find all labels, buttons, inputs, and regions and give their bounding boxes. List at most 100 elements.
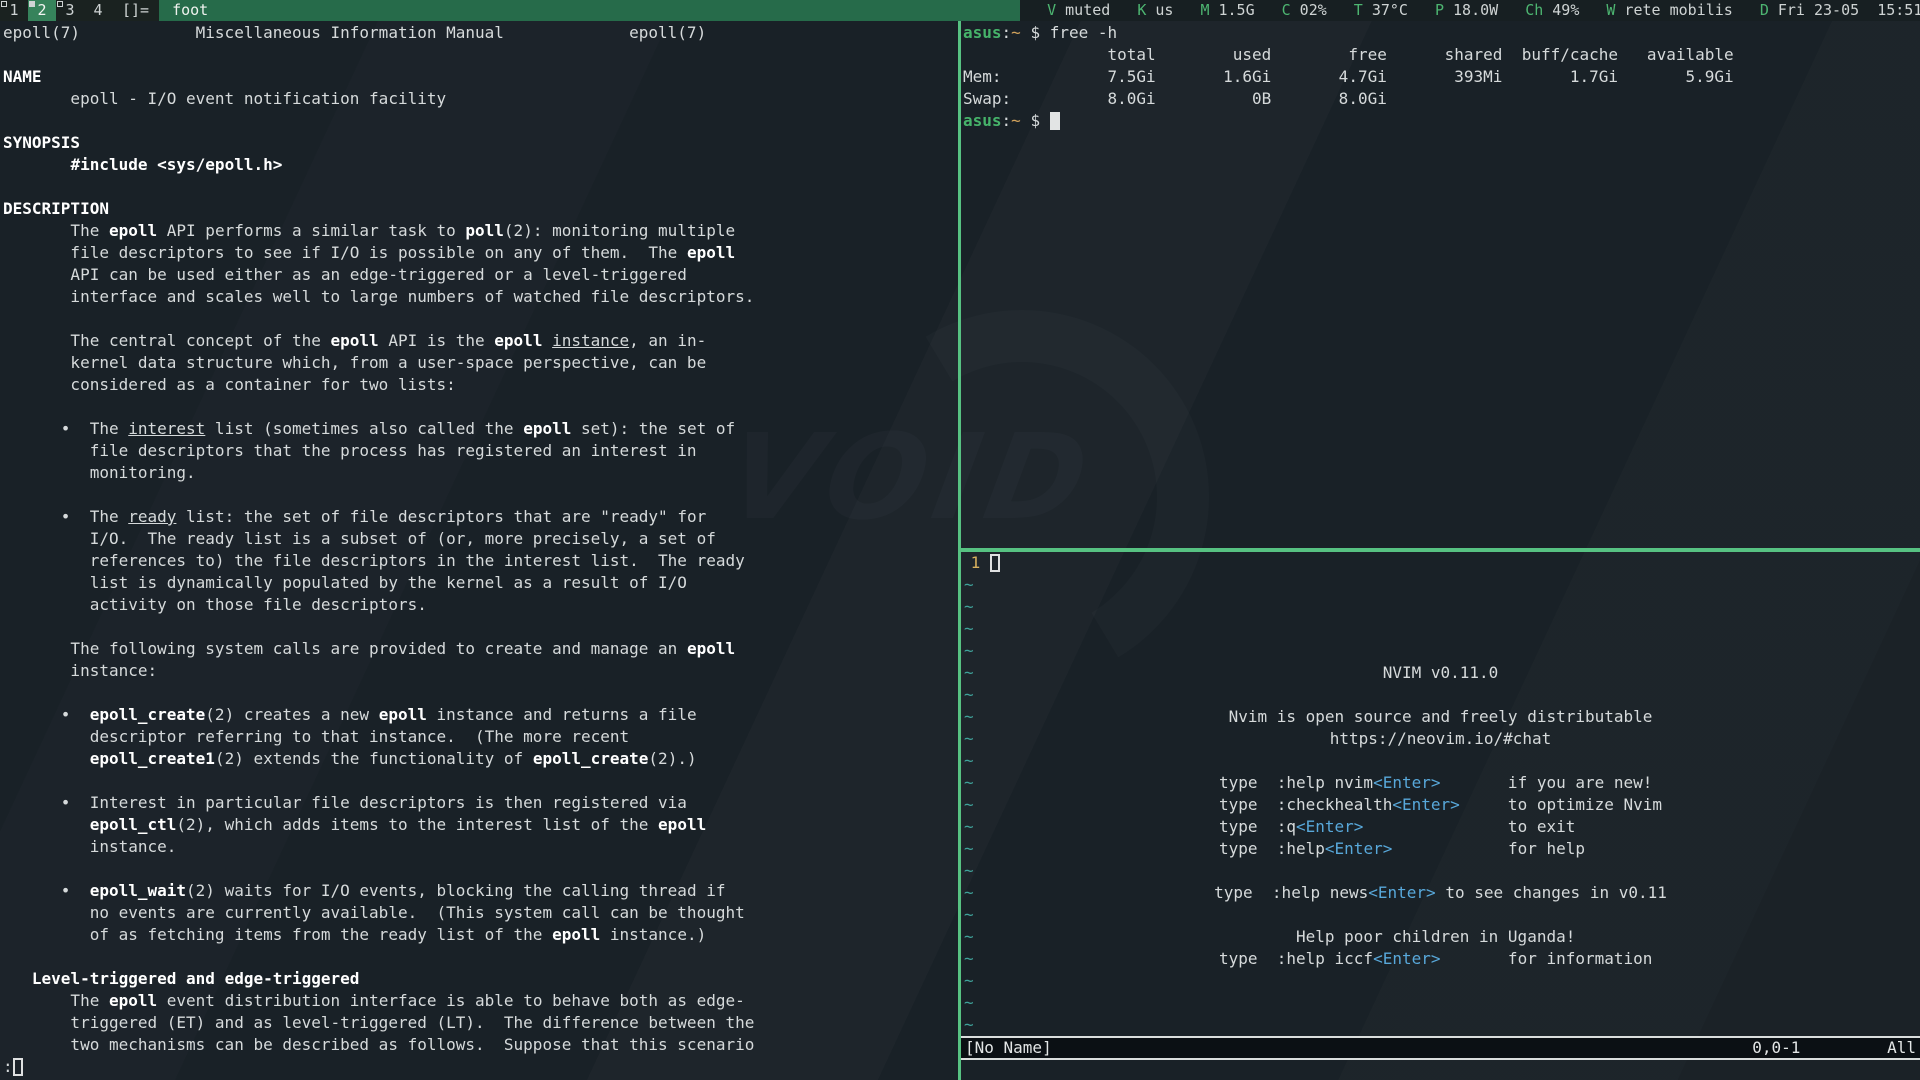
shell-output: asus:~ $ free -h total used free shared … — [963, 22, 1920, 132]
text-segment: (2) creates a new — [205, 705, 378, 724]
enter-key-hint: <Enter> — [1325, 839, 1392, 858]
text-segment: for help — [1392, 839, 1662, 858]
text-segment: to see changes in v0.11 — [1436, 883, 1667, 902]
text-segment: type :checkhealth — [1219, 795, 1392, 814]
nvim-command-line[interactable] — [961, 1060, 1920, 1080]
text-segment: poll — [465, 221, 504, 240]
man-line: file descriptors to see if I/O is possib… — [3, 242, 958, 264]
man-line: • The ready list: the set of file descri… — [3, 506, 958, 528]
nvim-intro-line: type :q<Enter> to exit — [961, 816, 1920, 838]
text-segment: instance and returns a file — [427, 705, 697, 724]
status-value: 1.5G — [1209, 1, 1254, 19]
text-segment: : — [1002, 111, 1012, 130]
text-segment: epoll_create — [533, 749, 649, 768]
man-line: two mechanisms can be described as follo… — [3, 1034, 958, 1056]
text-segment: asus — [963, 23, 1002, 42]
workspace-tag-2[interactable]: 2 — [28, 0, 56, 21]
man-line: NAME — [3, 66, 958, 88]
terminal-line: Mem: 7.5Gi 1.6Gi 4.7Gi 393Mi 1.7Gi 5.9Gi — [963, 66, 1920, 88]
man-line: triggered (ET) and as level-triggered (L… — [3, 1012, 958, 1034]
nvim-intro-line: type :checkhealth<Enter> to optimize Nvi… — [961, 794, 1920, 816]
tilde-marker: ~ — [961, 905, 974, 924]
text-segment: activity on those file descriptors. — [3, 595, 427, 614]
man-line: #include <sys/epoll.h> — [3, 154, 958, 176]
text-segment: type :help — [1219, 839, 1325, 858]
man-line: epoll - I/O event notification facility — [3, 88, 958, 110]
terminal-pane-nvim[interactable]: 1 ~~~~~NVIM v0.11.0~~Nvim is open source… — [961, 552, 1920, 1080]
terminal-line: asus:~ $ — [963, 110, 1920, 132]
nvim-cursor — [990, 554, 1000, 572]
man-line: kernel data structure which, from a user… — [3, 352, 958, 374]
text-segment: list is dynamically populated by the ker… — [3, 573, 687, 592]
tilde-marker: ~ — [961, 971, 974, 990]
workspace-tag-3[interactable]: 3 — [56, 0, 84, 21]
text-segment: epoll - I/O event notification facility — [3, 89, 446, 108]
text-segment: DESCRIPTION — [3, 199, 109, 218]
text-segment: epoll — [494, 331, 542, 350]
status-segment-k: K us — [1137, 0, 1173, 21]
dwm-status-bar: 1234 []= foot V mutedK usM 1.5GC 02%T 37… — [0, 0, 1920, 21]
man-line: list is dynamically populated by the ker… — [3, 572, 958, 594]
text-segment: (2) extends the functionality of — [215, 749, 533, 768]
text-segment: API is the — [379, 331, 495, 350]
text-segment: API can be used either as an edge-trigge… — [3, 265, 687, 284]
text-segment: interface and scales well to large numbe… — [3, 287, 754, 306]
text-segment: type :help nvim — [1219, 773, 1373, 792]
man-line — [3, 308, 958, 330]
status-value: 49% — [1543, 1, 1579, 19]
man-line: • epoll_create(2) creates a new epoll in… — [3, 704, 958, 726]
enter-key-hint: <Enter> — [1296, 817, 1363, 836]
workspace-tag-1[interactable]: 1 — [0, 0, 28, 21]
nvim-row: ~ — [961, 684, 1920, 706]
man-line: SYNOPSIS — [3, 132, 958, 154]
text-segment: The following system calls are provided … — [3, 639, 687, 658]
text-segment: The central concept of the — [3, 331, 331, 350]
text-segment: NAME — [3, 67, 42, 86]
text-segment: The — [3, 991, 109, 1010]
man-line — [3, 946, 958, 968]
text-segment: epoll — [331, 331, 379, 350]
text-segment: list (sometimes also called the — [205, 419, 523, 438]
man-line — [3, 858, 958, 880]
nvim-intro-line: Nvim is open source and freely distribut… — [961, 706, 1920, 728]
terminal-pane-manpage[interactable]: epoll(7) Miscellaneous Information Manua… — [0, 21, 958, 1080]
text-segment: references to) the file descriptors in t… — [3, 551, 745, 570]
text-segment: • The — [3, 507, 128, 526]
workspace-tag-4[interactable]: 4 — [84, 0, 112, 21]
tilde-marker: ~ — [961, 641, 974, 660]
tilde-marker: ~ — [961, 619, 974, 638]
man-line: • Interest in particular file descriptor… — [3, 792, 958, 814]
status-segment-m: M 1.5G — [1200, 0, 1254, 21]
layout-symbol[interactable]: []= — [112, 0, 159, 21]
pager-prompt-line[interactable]: : — [3, 1056, 958, 1078]
text-segment — [3, 815, 90, 834]
terminal-pane-shell[interactable]: asus:~ $ free -h total used free shared … — [961, 21, 1920, 548]
enter-key-hint: <Enter> — [1373, 773, 1440, 792]
text-segment: interest — [128, 419, 205, 438]
text-segment: Mem: 7.5Gi 1.6Gi 4.7Gi 393Mi 1.7Gi 5.9Gi — [963, 67, 1734, 86]
text-segment: epoll_create1 — [90, 749, 215, 768]
man-line: • The interest list (sometimes also call… — [3, 418, 958, 440]
man-line — [3, 484, 958, 506]
nvim-row: ~ — [961, 860, 1920, 882]
text-segment: Level-triggered and edge-triggered — [32, 969, 360, 988]
tilde-marker: ~ — [961, 861, 974, 880]
man-line: considered as a container for two lists: — [3, 374, 958, 396]
text-segment: instance.) — [600, 925, 706, 944]
nvim-buffer[interactable]: 1 ~~~~~NVIM v0.11.0~~Nvim is open source… — [961, 552, 1920, 1036]
nvim-row: ~Help poor children in Uganda! — [961, 926, 1920, 948]
text-segment: epoll_create — [90, 705, 206, 724]
man-line: instance: — [3, 660, 958, 682]
nvim-intro-line: type :help iccf<Enter> for information — [961, 948, 1920, 970]
nvim-ruler: 0,0-1 All — [1752, 1038, 1916, 1058]
status-key: K — [1137, 1, 1146, 19]
text-segment: NVIM v0.11.0 — [1383, 663, 1499, 682]
text-segment — [3, 155, 70, 174]
nvim-row: 1 — [961, 552, 1920, 574]
status-value: rete mobilis — [1615, 1, 1732, 19]
nvim-row: ~type :help<Enter> for help — [961, 838, 1920, 860]
man-line: The following system calls are provided … — [3, 638, 958, 660]
man-line: API can be used either as an edge-trigge… — [3, 264, 958, 286]
man-line — [3, 682, 958, 704]
text-segment: type :help iccf — [1219, 949, 1373, 968]
